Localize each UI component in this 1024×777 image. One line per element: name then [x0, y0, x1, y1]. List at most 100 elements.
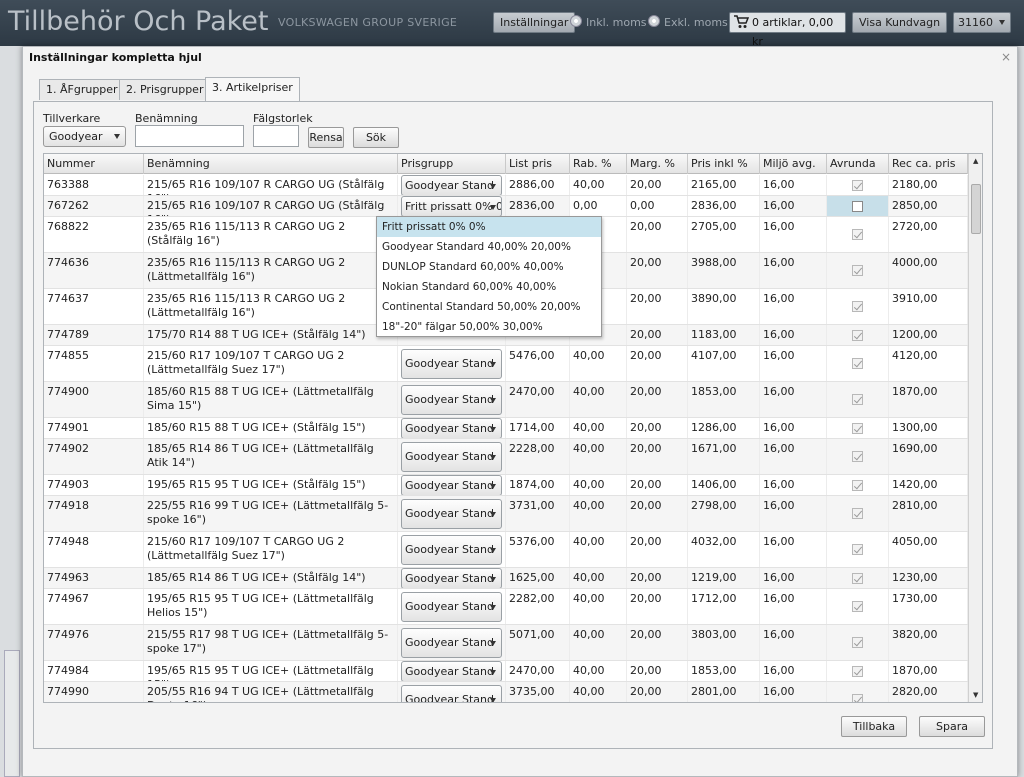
cell-marg: 20,00: [627, 253, 688, 288]
price-group-select[interactable]: Goodyear Stand: [401, 475, 502, 495]
tab-artikelpriser[interactable]: 3. Artikelpriser: [205, 77, 300, 101]
vertical-scrollbar[interactable]: ▲ ▼: [968, 154, 982, 702]
table-row[interactable]: 774984 195/65 R15 95 T UG ICE+ (Lättmetal…: [44, 661, 968, 682]
rim-size-input[interactable]: [253, 125, 299, 147]
name-input[interactable]: [135, 125, 244, 147]
price-group-value: Goodyear Stand: [405, 635, 494, 649]
cell-marg[interactable]: 0,00: [627, 196, 688, 216]
tab-afgrupper[interactable]: 1. ÅFgrupper: [39, 79, 125, 100]
column-header-avrunda[interactable]: Avrunda: [827, 154, 889, 174]
round-checkbox[interactable]: [852, 694, 863, 702]
scroll-up-icon[interactable]: ▲: [973, 157, 978, 165]
round-checkbox[interactable]: [852, 508, 863, 519]
price-group-dropdown[interactable]: Fritt prissatt 0% 0% Goodyear Standard 40…: [376, 216, 602, 337]
price-group-select[interactable]: Goodyear Stand: [401, 591, 502, 622]
show-cart-button[interactable]: Visa Kundvagn: [852, 12, 948, 33]
cell-benamning: 175/70 R14 88 T UG ICE+ (Stålfälg 14"): [144, 325, 398, 345]
dropdown-option[interactable]: Fritt prissatt 0% 0%: [377, 217, 601, 237]
dropdown-option[interactable]: 18"-20" fälgar 50,00% 30,00%: [377, 317, 601, 337]
round-checkbox[interactable]: [852, 265, 863, 276]
inkl-moms-radio[interactable]: [570, 15, 582, 27]
table-row[interactable]: 774902 185/65 R14 86 T UG ICE+ (Lättmetal…: [44, 439, 968, 475]
price-group-select[interactable]: Goodyear Stand: [401, 175, 502, 195]
dropdown-option[interactable]: DUNLOP Standard 60,00% 40,00%: [377, 257, 601, 277]
column-header-list[interactable]: List pris: [506, 154, 570, 174]
price-group-select[interactable]: Goodyear Stand: [401, 498, 502, 529]
price-group-select[interactable]: Goodyear Stand: [401, 534, 502, 565]
round-checkbox[interactable]: [852, 544, 863, 555]
scroll-down-icon[interactable]: ▼: [973, 691, 978, 699]
price-group-select[interactable]: Goodyear Stand: [401, 418, 502, 438]
round-checkbox[interactable]: [852, 179, 863, 191]
table-row[interactable]: 763388 215/65 R16 109/107 R CARGO UG (Stå…: [44, 175, 968, 196]
column-header-rab[interactable]: Rab. %: [570, 154, 627, 174]
cell-prisgrupp: Goodyear Stand: [398, 532, 506, 567]
table-row[interactable]: 767262 215/65 R16 109/107 R CARGO UG (Stå…: [44, 196, 968, 217]
round-checkbox[interactable]: [852, 422, 863, 434]
cell-pris: 1286,00: [688, 418, 760, 438]
column-header-nummer[interactable]: Nummer: [44, 154, 144, 174]
round-checkbox[interactable]: [852, 200, 863, 212]
cell-pris[interactable]: 2836,00: [688, 196, 760, 216]
price-group-select[interactable]: Goodyear Stand: [401, 441, 502, 472]
tab-prisgrupper[interactable]: 2. Prisgrupper: [119, 79, 211, 100]
column-header-rec[interactable]: Rec ca. pris: [889, 154, 968, 174]
cell-prisgrupp: Goodyear Stand: [398, 175, 506, 195]
table-row[interactable]: 774963 185/65 R14 86 T UG ICE+ (Stålfälg …: [44, 568, 968, 589]
price-group-select[interactable]: Goodyear Stand: [401, 384, 502, 415]
round-checkbox[interactable]: [852, 637, 863, 648]
price-group-select[interactable]: Goodyear Stand: [401, 627, 502, 658]
close-icon[interactable]: ×: [1001, 50, 1011, 64]
cell-rab[interactable]: 0,00: [570, 196, 627, 216]
scroll-thumb[interactable]: [971, 184, 981, 234]
exkl-moms-radio[interactable]: [648, 15, 660, 27]
round-checkbox[interactable]: [852, 451, 863, 462]
manufacturer-select[interactable]: Goodyear: [43, 126, 126, 147]
table-row[interactable]: 774901 185/60 R15 88 T UG ICE+ (Stålfälg …: [44, 418, 968, 439]
table-row[interactable]: 774990 205/55 R16 94 T UG ICE+ (Lättmetal…: [44, 682, 968, 702]
cell-nummer: 774900: [44, 382, 144, 417]
dropdown-option[interactable]: Nokian Standard 60,00% 40,00%: [377, 277, 601, 297]
price-group-select[interactable]: Goodyear Stand: [401, 568, 502, 588]
dealer-code: 31160: [958, 16, 993, 29]
column-header-marg[interactable]: Marg. %: [627, 154, 688, 174]
price-group-select[interactable]: Goodyear Stand: [401, 684, 502, 702]
column-header-prisgrupp[interactable]: Prisgrupp: [398, 154, 506, 174]
save-button[interactable]: Spara: [919, 716, 985, 737]
search-button[interactable]: Sök: [353, 127, 399, 148]
round-checkbox[interactable]: [852, 601, 863, 612]
column-header-miljo[interactable]: Miljö avg.: [760, 154, 827, 174]
table-row[interactable]: 774900 185/60 R15 88 T UG ICE+ (Lättmetal…: [44, 382, 968, 418]
dropdown-option[interactable]: Goodyear Standard 40,00% 20,00%: [377, 237, 601, 257]
round-checkbox[interactable]: [852, 301, 863, 312]
price-group-select[interactable]: Fritt prissatt 0% 0%: [401, 196, 502, 216]
cart-summary[interactable]: 0 artiklar, 0,00 kr: [729, 12, 846, 48]
round-checkbox[interactable]: [852, 358, 863, 369]
round-checkbox[interactable]: [852, 665, 863, 677]
clear-button[interactable]: Rensa: [308, 127, 344, 148]
table-row[interactable]: 774967 195/65 R15 95 T UG ICE+ (Lättmetal…: [44, 589, 968, 625]
price-group-select[interactable]: Goodyear Stand: [401, 348, 502, 379]
table-row[interactable]: 774903 195/65 R15 95 T UG ICE+ (Stålfälg …: [44, 475, 968, 496]
table-row[interactable]: 774918 225/55 R16 99 T UG ICE+ (Lättmetal…: [44, 496, 968, 532]
dropdown-option[interactable]: Continental Standard 50,00% 20,00%: [377, 297, 601, 317]
round-checkbox[interactable]: [852, 329, 863, 341]
cell-prisgrupp: Goodyear Stand: [398, 496, 506, 531]
round-checkbox[interactable]: [852, 572, 863, 584]
chevron-down-icon: [490, 512, 496, 518]
back-button[interactable]: Tillbaka: [841, 716, 907, 737]
dealer-select[interactable]: 31160: [953, 12, 1011, 33]
table-row[interactable]: 774855 215/60 R17 109/107 T CARGO UG 2 (L…: [44, 346, 968, 382]
column-header-benamning[interactable]: Benämning: [144, 154, 398, 174]
round-checkbox[interactable]: [852, 229, 863, 240]
round-checkbox[interactable]: [852, 394, 863, 405]
round-checkbox[interactable]: [852, 479, 863, 491]
column-header-pris[interactable]: Pris inkl %: [688, 154, 760, 174]
cell-rec: 1230,00: [889, 568, 968, 588]
settings-button[interactable]: Inställningar: [493, 12, 576, 33]
table-row[interactable]: 774976 215/55 R17 98 T UG ICE+ (Lättmetal…: [44, 625, 968, 661]
cell-pris: 1406,00: [688, 475, 760, 495]
cell-prisgrupp: Fritt prissatt 0% 0%: [398, 196, 506, 216]
table-row[interactable]: 774948 215/60 R17 109/107 T CARGO UG 2 (L…: [44, 532, 968, 568]
price-group-select[interactable]: Goodyear Stand: [401, 661, 502, 681]
